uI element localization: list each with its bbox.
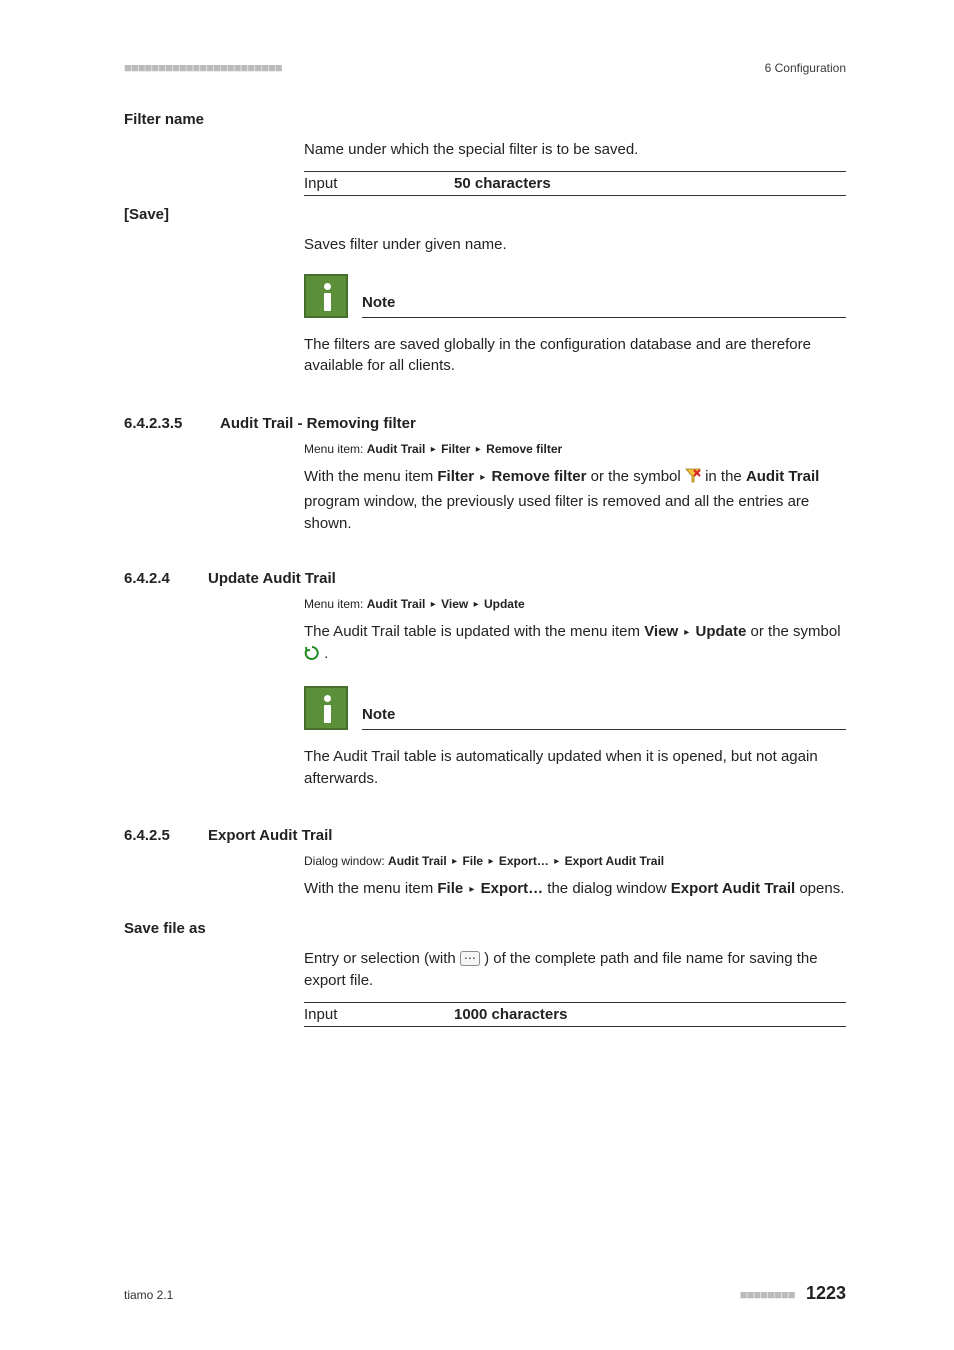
text: The Audit Trail table is updated with th… bbox=[304, 623, 644, 640]
info-icon bbox=[304, 274, 348, 318]
breadcrumb-sep-icon: ▸ bbox=[429, 444, 438, 455]
menu-item: File bbox=[462, 854, 483, 868]
text-bold: View bbox=[644, 623, 678, 640]
note-box-update: Note The Audit Trail table is automatica… bbox=[304, 686, 846, 790]
text: With the menu item bbox=[304, 880, 437, 897]
heading-number: 6.4.2.3.5 bbox=[124, 415, 220, 432]
text: program window, the previously used filt… bbox=[304, 493, 809, 532]
text-bold: Remove filter bbox=[491, 468, 586, 485]
text-bold: Update bbox=[696, 623, 747, 640]
heading-title: Export Audit Trail bbox=[208, 827, 332, 844]
text: or the symbol bbox=[751, 623, 841, 640]
breadcrumb-sep-icon: ▸ bbox=[478, 472, 487, 483]
menu-item: View bbox=[441, 597, 468, 611]
note-body: The Audit Trail table is automatically u… bbox=[304, 746, 846, 790]
breadcrumb-sep-icon: ▸ bbox=[486, 856, 495, 867]
heading-filter-name: Filter name bbox=[124, 111, 204, 128]
heading-number: 6.4.2.5 bbox=[124, 827, 208, 844]
heading-update-audit: 6.4.2.4 Update Audit Trail bbox=[124, 570, 846, 587]
menu-item: Filter bbox=[441, 442, 470, 456]
text-bold: Export… bbox=[481, 880, 544, 897]
menu-item: Export Audit Trail bbox=[565, 854, 665, 868]
menu-item: Audit Trail bbox=[367, 442, 426, 456]
text: the dialog window bbox=[547, 880, 670, 897]
remove-filter-icon bbox=[685, 468, 701, 491]
save-file-input-spec: Input 1000 characters bbox=[304, 1002, 846, 1027]
breadcrumb-sep-icon: ▸ bbox=[682, 627, 691, 638]
text: Entry or selection (with bbox=[304, 950, 460, 967]
menu-item: Export… bbox=[499, 854, 549, 868]
heading-remove-filter: 6.4.2.3.5 Audit Trail - Removing filter bbox=[124, 415, 846, 432]
menu-item: Audit Trail bbox=[388, 854, 447, 868]
breadcrumb-sep-icon: ▸ bbox=[450, 856, 459, 867]
menu-path-remove-filter: Menu item: Audit Trail ▸ Filter ▸ Remove… bbox=[304, 442, 846, 456]
heading-title: Audit Trail - Removing filter bbox=[220, 415, 416, 432]
header-section: 6 Configuration bbox=[765, 61, 846, 75]
menu-path-update: Menu item: Audit Trail ▸ View ▸ Update bbox=[304, 597, 846, 611]
footer-marks: ■■■■■■■■ bbox=[740, 1287, 795, 1302]
dialog-path-export: Dialog window: Audit Trail ▸ File ▸ Expo… bbox=[304, 854, 846, 868]
heading-number: 6.4.2.4 bbox=[124, 570, 208, 587]
heading-export-audit: 6.4.2.5 Export Audit Trail bbox=[124, 827, 846, 844]
page-number: 1223 bbox=[806, 1283, 846, 1303]
menu-item: Update bbox=[484, 597, 525, 611]
update-body: The Audit Trail table is updated with th… bbox=[304, 621, 846, 668]
menu-item: Audit Trail bbox=[367, 597, 426, 611]
menu-prefix: Menu item: bbox=[304, 597, 367, 611]
input-label: Input bbox=[304, 175, 454, 192]
text-bold: Filter bbox=[437, 468, 474, 485]
heading-save-file-as: Save file as bbox=[124, 920, 206, 937]
input-value: 50 characters bbox=[454, 175, 551, 192]
breadcrumb-sep-icon: ▸ bbox=[474, 444, 483, 455]
save-desc: Saves filter under given name. bbox=[304, 234, 846, 256]
text: . bbox=[324, 645, 328, 662]
menu-item: Remove filter bbox=[486, 442, 562, 456]
breadcrumb-sep-icon: ▸ bbox=[429, 599, 438, 610]
text: in the bbox=[705, 468, 746, 485]
save-file-as-body: Entry or selection (with ⋯ ) of the comp… bbox=[304, 948, 846, 992]
text: With the menu item bbox=[304, 468, 437, 485]
note-body: The filters are saved globally in the co… bbox=[304, 334, 846, 378]
text: or the symbol bbox=[591, 468, 685, 485]
footer-product: tiamo 2.1 bbox=[124, 1288, 173, 1302]
filter-name-desc: Name under which the special filter is t… bbox=[304, 139, 846, 161]
header-marks: ■■■■■■■■■■■■■■■■■■■■■■■ bbox=[124, 60, 282, 75]
breadcrumb-sep-icon: ▸ bbox=[467, 884, 476, 895]
browse-ellipsis-icon: ⋯ bbox=[460, 951, 480, 966]
text-bold: File bbox=[437, 880, 463, 897]
note-title: Note bbox=[362, 294, 395, 311]
text: opens. bbox=[799, 880, 844, 897]
export-body: With the menu item File ▸ Export… the di… bbox=[304, 878, 846, 900]
input-label: Input bbox=[304, 1006, 454, 1023]
breadcrumb-sep-icon: ▸ bbox=[552, 856, 561, 867]
heading-title: Update Audit Trail bbox=[208, 570, 336, 587]
remove-filter-body: With the menu item Filter ▸ Remove filte… bbox=[304, 466, 846, 534]
filter-name-input-spec: Input 50 characters bbox=[304, 171, 846, 196]
text-bold: Audit Trail bbox=[746, 468, 819, 485]
input-value: 1000 characters bbox=[454, 1006, 567, 1023]
note-box-save: Note The filters are saved globally in t… bbox=[304, 274, 846, 378]
menu-prefix: Menu item: bbox=[304, 442, 367, 456]
text-bold: Export Audit Trail bbox=[671, 880, 795, 897]
note-title: Note bbox=[362, 706, 395, 723]
heading-save: [Save] bbox=[124, 206, 169, 223]
refresh-icon bbox=[304, 645, 320, 668]
dialog-prefix: Dialog window: bbox=[304, 854, 388, 868]
info-icon bbox=[304, 686, 348, 730]
breadcrumb-sep-icon: ▸ bbox=[472, 599, 481, 610]
